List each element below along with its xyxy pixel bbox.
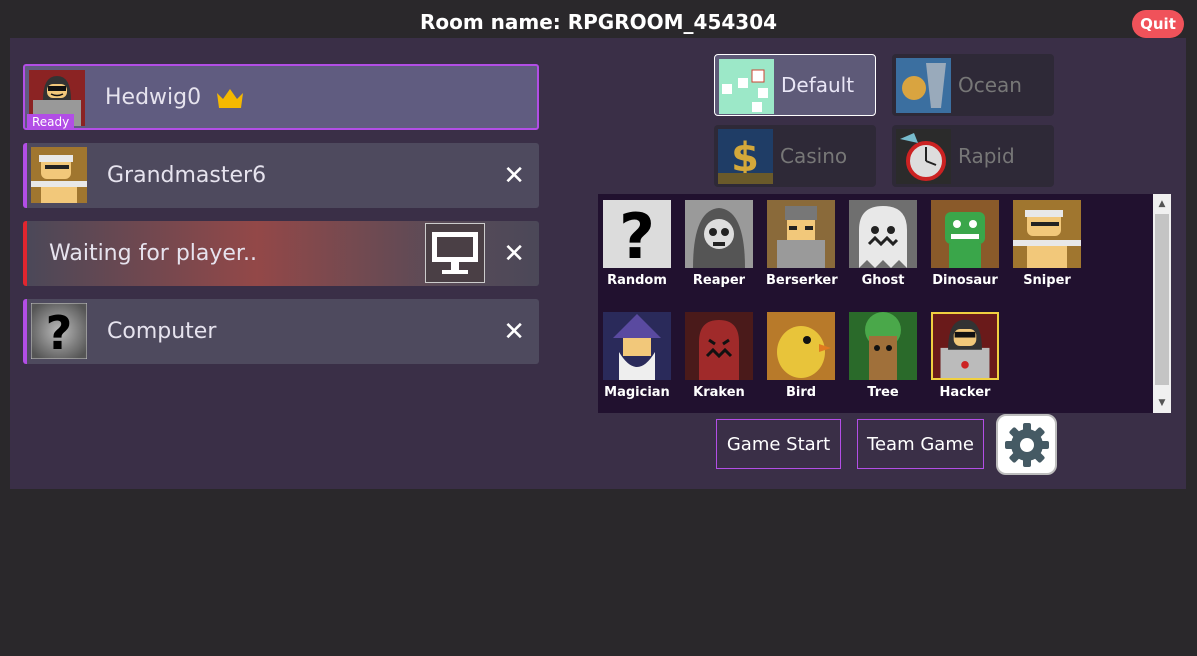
close-icon[interactable]: ✕: [503, 317, 525, 347]
map-label: Ocean: [958, 73, 1022, 97]
berserker-icon: [767, 200, 835, 268]
room-title: Room name: RPGROOM_454304: [419, 10, 778, 34]
ready-badge: Ready: [27, 114, 75, 130]
scroll-up-icon[interactable]: ▲: [1153, 196, 1171, 212]
game-start-button[interactable]: Game Start: [716, 419, 841, 469]
player-name: Hedwig0: [105, 84, 202, 110]
character-bird[interactable]: Bird: [766, 312, 836, 400]
player-slot-2[interactable]: Grandmaster6 ✕: [23, 143, 539, 208]
character-label: Reaper: [692, 273, 746, 288]
map-default[interactable]: Default: [714, 54, 876, 116]
character-label: Random: [607, 273, 667, 288]
monitor-icon[interactable]: [425, 223, 485, 283]
question-mark-icon: ?: [603, 200, 671, 273]
character-label: Bird: [785, 385, 817, 400]
casino-map-thumb: $: [718, 129, 773, 184]
character-hacker[interactable]: Hacker: [930, 312, 1000, 400]
settings-button[interactable]: [996, 414, 1057, 475]
scroll-thumb[interactable]: [1155, 214, 1169, 385]
kraken-icon: [685, 312, 753, 380]
ghost-icon: [849, 200, 917, 268]
ocean-map-thumb: [896, 58, 951, 113]
character-reaper[interactable]: Reaper: [684, 200, 754, 288]
player-slot-waiting[interactable]: Waiting for player.. ✕: [23, 221, 539, 286]
character-sniper[interactable]: Sniper: [1012, 200, 1082, 288]
default-map-thumb: [719, 59, 774, 114]
character-label: Hacker: [939, 385, 991, 400]
map-ocean[interactable]: Ocean: [892, 54, 1054, 116]
quit-button[interactable]: Quit: [1132, 10, 1184, 38]
close-icon[interactable]: ✕: [503, 161, 525, 191]
character-magician[interactable]: Magician: [602, 312, 672, 400]
character-label: Berserker: [766, 273, 838, 288]
crown-icon: [217, 89, 243, 108]
stopwatch-icon: [896, 129, 951, 184]
team-game-button[interactable]: Team Game: [857, 419, 984, 469]
character-tree[interactable]: Tree: [848, 312, 918, 400]
question-mark-icon: ?: [31, 303, 87, 359]
character-label: Tree: [867, 385, 899, 400]
scroll-down-icon[interactable]: ▼: [1153, 395, 1171, 411]
player-slot-host[interactable]: Ready Hedwig0: [23, 64, 539, 130]
dinosaur-icon: [931, 200, 999, 268]
character-scrollbar[interactable]: ▲ ▼: [1153, 194, 1171, 413]
character-grid[interactable]: ? Random Reaper Berserker Ghost Dinosaur…: [598, 194, 1153, 413]
map-label: Default: [781, 73, 855, 97]
sniper-icon: [1013, 200, 1081, 268]
character-label: Kraken: [693, 385, 745, 400]
character-random[interactable]: ? Random: [602, 200, 672, 288]
hacker-icon: [931, 312, 999, 380]
svg-text:?: ?: [619, 200, 655, 268]
character-dinosaur[interactable]: Dinosaur: [930, 200, 1000, 288]
player-name: Computer: [107, 319, 217, 344]
magician-icon: [603, 312, 671, 380]
character-label: Sniper: [1023, 273, 1071, 288]
character-berserker[interactable]: Berserker: [766, 200, 838, 288]
map-rapid[interactable]: Rapid: [892, 125, 1054, 187]
player-name: Grandmaster6: [107, 163, 267, 188]
close-icon[interactable]: ✕: [503, 239, 525, 269]
tree-icon: [849, 312, 917, 380]
character-label: Ghost: [861, 273, 905, 288]
sniper-avatar: [31, 147, 87, 203]
gear-icon: [1004, 422, 1049, 467]
player-slot-computer[interactable]: ? Computer ✕: [23, 299, 539, 364]
map-label: Casino: [780, 144, 848, 168]
character-label: Magician: [604, 385, 670, 400]
map-label: Rapid: [958, 144, 1015, 168]
character-label: Dinosaur: [932, 273, 998, 288]
svg-text:?: ?: [46, 306, 73, 359]
character-ghost[interactable]: Ghost: [848, 200, 918, 288]
bird-icon: [767, 312, 835, 380]
reaper-icon: [685, 200, 753, 268]
character-kraken[interactable]: Kraken: [684, 312, 754, 400]
map-casino[interactable]: $ Casino: [714, 125, 876, 187]
waiting-label: Waiting for player..: [49, 241, 257, 266]
